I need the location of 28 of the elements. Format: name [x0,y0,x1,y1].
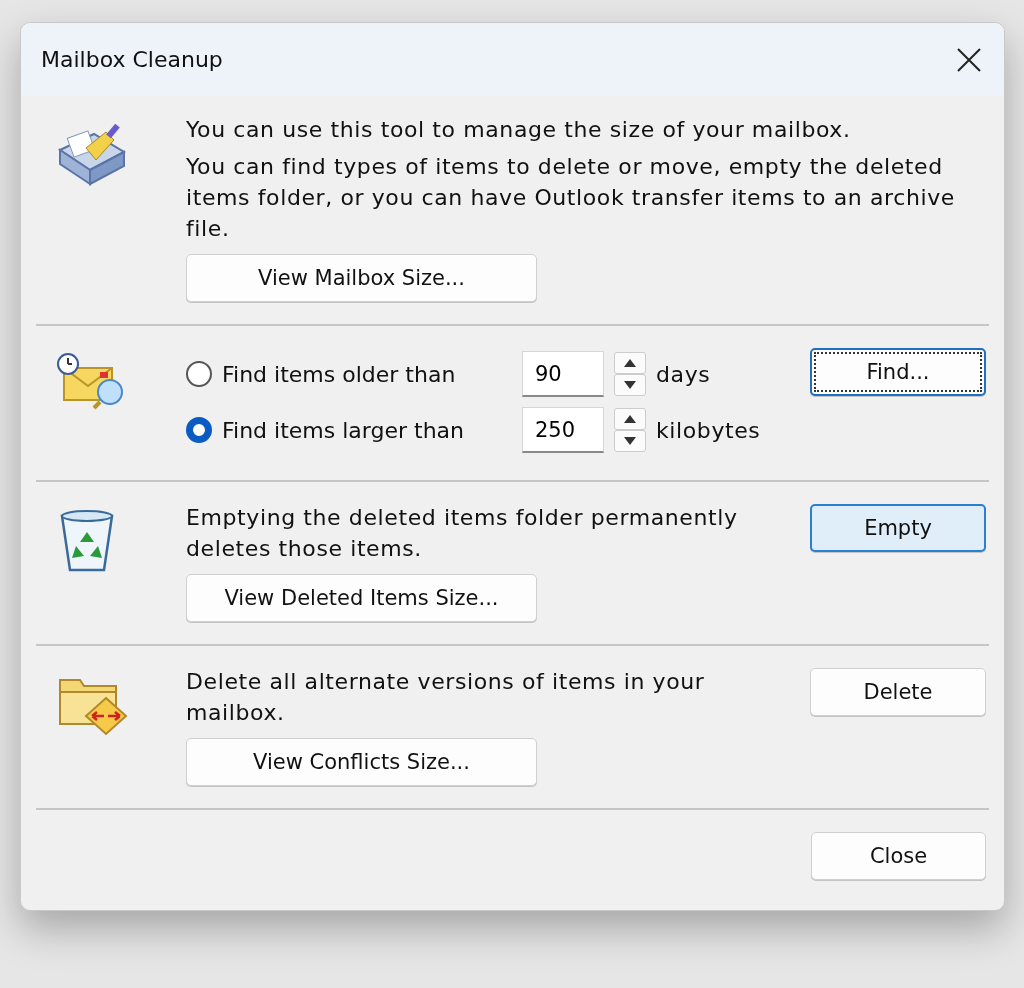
window-title: Mailbox Cleanup [41,47,223,72]
view-size-button[interactable]: View Conflicts Size... [186,738,537,786]
unit-label: kilobytes [656,417,761,443]
description-text: Delete all alternate versions of items in your mailbox. [186,668,706,727]
radio-button[interactable] [186,361,212,387]
view-size-button[interactable]: View Mailbox Size... [186,254,537,302]
action-button[interactable]: Find... [810,348,986,396]
close-button[interactable]: Close [811,832,986,880]
spin-down-button[interactable] [614,430,646,452]
radio-label[interactable]: Find items older than [222,361,522,387]
description-text: You can find types of items to delete or move, empty the deleted items folder, or you can have Outlook transfer items to an archive file. [186,153,956,243]
spin-up-button[interactable] [614,352,646,374]
number-field[interactable]: 250 [522,407,604,453]
number-field[interactable]: 90 [522,351,604,397]
view-size-button[interactable]: View Deleted Items Size... [186,574,537,622]
triangle-down-icon [624,437,636,445]
action-button[interactable]: Empty [810,504,986,552]
description-text: Emptying the deleted items folder permanently deletes those items. [186,504,739,563]
triangle-up-icon [624,415,636,423]
action-button[interactable]: Delete [810,668,986,716]
radio-label[interactable]: Find items larger than [222,417,522,443]
spin-up-button[interactable] [614,408,646,430]
unit-label: days [656,361,711,387]
radio-button[interactable] [186,417,212,443]
triangle-up-icon [624,359,636,367]
spin-down-button[interactable] [614,374,646,396]
description-text: You can use this tool to manage the size of your mailbox. [186,116,852,144]
triangle-down-icon [624,381,636,389]
